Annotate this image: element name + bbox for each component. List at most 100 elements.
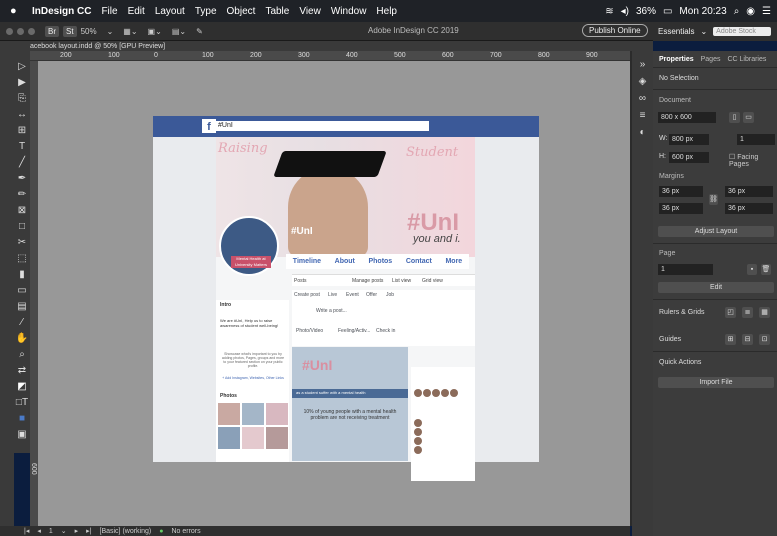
hand-tool-icon[interactable]: ✋ — [16, 333, 28, 344]
content-collector-icon[interactable]: ⊞ — [18, 125, 26, 136]
battery-icon[interactable]: ▭ — [663, 6, 672, 17]
margin-bottom-field[interactable]: 36 px — [659, 203, 703, 214]
margin-top-field[interactable]: 36 px — [659, 186, 703, 197]
prev-page-icon[interactable]: ◂ — [37, 527, 41, 535]
fill-stroke-swap-icon[interactable]: ⇄ — [18, 365, 26, 376]
pencil-tool-icon[interactable]: ✏ — [18, 189, 26, 200]
page-options-icon[interactable]: ▪ — [747, 264, 757, 275]
preflight-status[interactable]: No errors — [171, 528, 200, 535]
margin-left-field[interactable]: 36 px — [725, 186, 773, 197]
menu-type[interactable]: Type — [195, 6, 217, 17]
tab-pages[interactable]: Pages — [701, 56, 721, 63]
landscape-icon[interactable]: ▭ — [743, 112, 754, 123]
menu-object[interactable]: Object — [227, 6, 256, 17]
delete-page-icon[interactable]: 🗑 — [761, 264, 771, 275]
document-tab[interactable]: acebook layout.indd @ 50% [GPU Preview] — [30, 43, 165, 50]
document-grid-icon[interactable]: ▦ — [759, 307, 770, 318]
line-tool-icon[interactable]: ╱ — [19, 157, 25, 168]
next-page-icon[interactable]: ▸ — [75, 527, 79, 535]
menu-view[interactable]: View — [299, 6, 321, 17]
adjust-layout-button[interactable]: Adjust Layout — [658, 226, 774, 237]
free-transform-tool-icon[interactable]: ⬚ — [17, 253, 26, 264]
portrait-icon[interactable]: ▯ — [729, 112, 740, 123]
menu-help[interactable]: Help — [376, 6, 397, 17]
properties-panel-icon[interactable]: ◈ — [639, 76, 647, 87]
preflight-profile[interactable]: [Basic] (working) — [100, 528, 152, 535]
tab-cc-libraries[interactable]: CC Libraries — [727, 56, 766, 63]
baseline-grid-icon[interactable]: ≣ — [742, 307, 753, 318]
pages-panel-icon[interactable]: ≡ — [640, 110, 646, 121]
lock-guides-icon[interactable]: ⊟ — [742, 334, 753, 345]
link-margins-icon[interactable]: ⛓ — [709, 194, 718, 205]
guides-icon[interactable]: ⊞ — [725, 334, 736, 345]
menu-window[interactable]: Window — [331, 6, 367, 17]
first-page-icon[interactable]: |◂ — [24, 527, 29, 535]
tab-properties[interactable]: Properties — [659, 56, 694, 63]
direct-selection-tool-icon[interactable]: ▶ — [18, 77, 26, 88]
close-window-button[interactable] — [6, 27, 13, 35]
adobe-stock-search[interactable]: Adobe Stock — [713, 27, 772, 36]
pen-tool-icon[interactable]: ✒ — [18, 173, 26, 184]
formatting-affects-icon[interactable]: □T — [16, 397, 28, 408]
note-tool-icon[interactable]: ▤ — [17, 301, 26, 312]
rulers-icon[interactable]: ◰ — [725, 307, 736, 318]
document-preset-select[interactable]: 800 x 600 — [658, 112, 716, 123]
clock[interactable]: Mon 20:23 — [679, 6, 726, 17]
minimize-window-button[interactable] — [17, 27, 24, 35]
siri-icon[interactable]: ◉ — [746, 6, 755, 17]
height-field[interactable]: 600 px — [669, 152, 709, 163]
margin-right-field[interactable]: 36 px — [725, 203, 773, 214]
cc-libraries-icon[interactable]: ◐ — [639, 127, 645, 138]
menu-file[interactable]: File — [101, 6, 117, 17]
horizontal-ruler[interactable]: 200 100 0 100 200 300 400 500 600 700 80… — [30, 51, 630, 61]
edit-page-button[interactable]: Edit — [658, 282, 774, 293]
gradient-feather-tool-icon[interactable]: ▭ — [17, 285, 26, 296]
chevron-down-icon[interactable]: ⌄ — [700, 27, 707, 36]
zoom-tool-icon[interactable]: ⌕ — [19, 349, 25, 360]
import-file-button[interactable]: Import File — [658, 377, 774, 388]
zoom-level[interactable]: 50% — [81, 27, 97, 36]
menu-layout[interactable]: Layout — [155, 6, 185, 17]
facing-pages-checkbox[interactable]: ☐ Facing Pages — [729, 153, 777, 168]
normal-view-icon[interactable]: ■ — [19, 413, 25, 424]
page-tool-icon[interactable]: ⎘ — [18, 93, 26, 104]
rectangle-frame-tool-icon[interactable]: ⊠ — [18, 205, 26, 216]
last-page-icon[interactable]: ▸| — [86, 527, 91, 535]
apple-icon[interactable]: ● — [10, 5, 22, 17]
zoom-window-button[interactable] — [28, 27, 35, 35]
stock-button[interactable]: St — [63, 25, 77, 37]
menu-table[interactable]: Table — [265, 6, 289, 17]
links-panel-icon[interactable]: ∞ — [639, 93, 646, 104]
scissors-tool-icon[interactable]: ✂ — [18, 237, 26, 248]
menu-app[interactable]: InDesign CC — [32, 6, 91, 17]
smart-guides-icon[interactable]: ⊡ — [759, 334, 770, 345]
page-select[interactable]: 1 — [658, 264, 713, 275]
view-options-icon[interactable]: ▦⌄ — [123, 27, 137, 36]
screen-mode-icon[interactable]: ▣⌄ — [148, 27, 162, 36]
eyedropper-tool-icon[interactable]: ⁄ — [21, 317, 23, 328]
spotlight-icon[interactable]: ⌕ — [734, 6, 740, 17]
publish-online-button[interactable]: Publish Online — [582, 24, 648, 37]
chevron-down-icon[interactable]: ⌄ — [107, 27, 114, 36]
fill-stroke-icon[interactable]: ◩ — [17, 381, 26, 392]
screen-mode-icon[interactable]: ▣ — [17, 429, 26, 440]
page-number[interactable]: 1 — [49, 528, 53, 535]
control-center-icon[interactable]: ☰ — [762, 6, 771, 17]
collapse-panels-icon[interactable]: » — [640, 59, 646, 70]
vertical-ruler[interactable]: 600 — [30, 61, 38, 526]
essentials-workspace[interactable]: Essentials — [658, 27, 694, 36]
width-field[interactable]: 800 px — [669, 134, 709, 145]
gap-tool-icon[interactable]: ↔ — [17, 109, 27, 120]
pages-count-field[interactable]: 1 — [737, 134, 775, 145]
selection-tool-icon[interactable]: ▷ — [18, 61, 26, 72]
pen-icon[interactable]: ✎ — [196, 27, 203, 36]
bridge-button[interactable]: Br — [45, 25, 59, 37]
chevron-down-icon[interactable]: ⌄ — [61, 527, 67, 535]
menu-edit[interactable]: Edit — [128, 6, 145, 17]
type-tool-icon[interactable]: T — [19, 141, 25, 152]
gradient-swatch-tool-icon[interactable]: ▮ — [19, 269, 25, 280]
wifi-icon[interactable]: ≋ — [605, 6, 613, 17]
arrange-documents-icon[interactable]: ▤⌄ — [172, 27, 186, 36]
volume-icon[interactable]: ◂) — [621, 6, 629, 17]
rectangle-tool-icon[interactable]: □ — [19, 221, 25, 232]
